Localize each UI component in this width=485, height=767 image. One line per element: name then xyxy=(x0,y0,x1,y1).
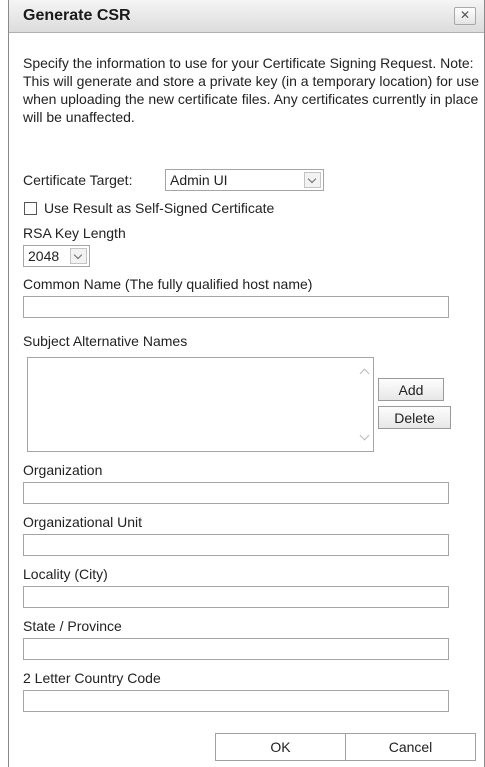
chevron-up-icon[interactable] xyxy=(359,368,370,379)
subject-alt-names-label: Subject Alternative Names xyxy=(23,333,188,349)
cancel-button[interactable]: Cancel xyxy=(345,733,476,761)
organizational-unit-input[interactable] xyxy=(23,534,449,556)
rsa-key-length-label: RSA Key Length xyxy=(23,225,126,241)
ok-button[interactable]: OK xyxy=(215,733,346,761)
common-name-input[interactable] xyxy=(23,296,449,318)
locality-label: Locality (City) xyxy=(23,566,108,582)
self-signed-label: Use Result as Self-Signed Certificate xyxy=(44,200,275,216)
chevron-down-icon[interactable] xyxy=(359,430,370,441)
certificate-target-value: Admin UI xyxy=(170,172,228,188)
state-province-label: State / Province xyxy=(23,618,122,634)
dialog-title-bar[interactable]: Generate CSR ✕ xyxy=(9,0,484,33)
locality-input[interactable] xyxy=(23,586,449,608)
self-signed-checkbox[interactable] xyxy=(24,202,37,215)
add-san-button[interactable]: Add xyxy=(378,378,444,401)
state-province-input[interactable] xyxy=(23,638,449,660)
dialog-description: Specify the information to use for your … xyxy=(23,55,479,125)
rsa-key-length-value: 2048 xyxy=(28,248,60,264)
certificate-target-label: Certificate Target: xyxy=(23,172,133,188)
organizational-unit-label: Organizational Unit xyxy=(23,514,143,530)
organization-label: Organization xyxy=(23,462,103,478)
organization-input[interactable] xyxy=(23,482,449,504)
generate-csr-dialog: Generate CSR ✕ Specify the information t… xyxy=(8,0,485,767)
chevron-down-icon xyxy=(73,250,83,260)
close-button[interactable]: ✕ xyxy=(454,7,476,25)
common-name-label: Common Name (The fully qualified host na… xyxy=(23,276,313,292)
country-code-label: 2 Letter Country Code xyxy=(23,670,161,686)
close-icon: ✕ xyxy=(459,8,471,22)
certificate-target-select[interactable]: Admin UI xyxy=(165,169,324,191)
chevron-down-icon xyxy=(307,174,317,184)
delete-san-button[interactable]: Delete xyxy=(378,406,451,429)
rsa-key-length-dropdown-button[interactable] xyxy=(70,248,87,264)
dialog-title: Generate CSR xyxy=(23,7,131,24)
certificate-target-dropdown-button[interactable] xyxy=(304,172,321,188)
country-code-input[interactable] xyxy=(23,690,449,712)
rsa-key-length-select[interactable]: 2048 xyxy=(23,245,90,267)
subject-alt-names-list[interactable] xyxy=(27,357,374,452)
